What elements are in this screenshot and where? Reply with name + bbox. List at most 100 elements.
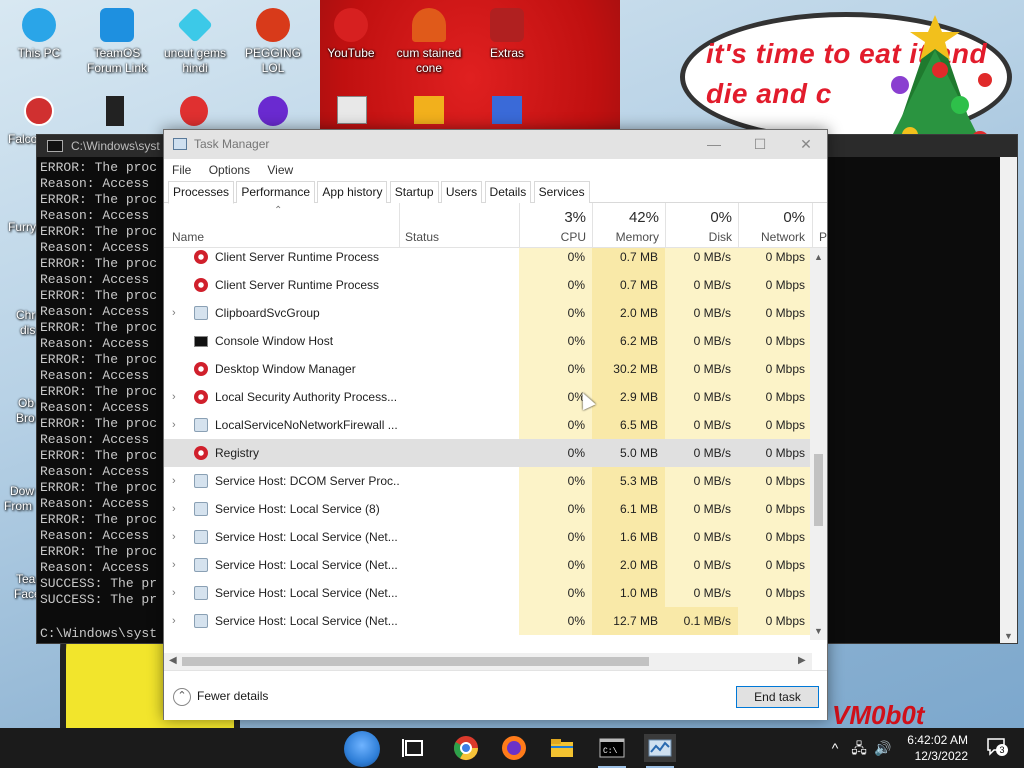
scroll-up-arrow[interactable]: ▲ <box>810 252 827 262</box>
column-power[interactable]: P <box>819 230 827 244</box>
desktop-partial-label[interactable]: dis <box>20 323 35 337</box>
column-status[interactable]: Status <box>405 230 439 244</box>
end-task-button[interactable]: End task <box>736 686 819 708</box>
minimize-button[interactable]: — <box>691 130 737 159</box>
desktop-partial-label[interactable]: Tea <box>16 572 35 586</box>
expand-chevron-icon[interactable]: › <box>172 383 182 411</box>
desktop-partial-label[interactable]: Furry <box>8 220 36 234</box>
process-row[interactable]: › Service Host: Local Service (Net... 0% 2.… <box>164 551 812 579</box>
process-list-vscrollbar[interactable]: ▲ ▼ <box>810 248 827 640</box>
tab-details[interactable]: Details <box>484 181 532 203</box>
tab-performance[interactable]: Performance <box>236 181 316 203</box>
expand-chevron-icon[interactable]: › <box>172 523 182 551</box>
tab-users[interactable]: Users <box>440 181 483 203</box>
task-view-icon[interactable] <box>398 734 430 762</box>
hscroll-thumb[interactable] <box>182 657 649 666</box>
desktop-icon-xd[interactable] <box>414 96 444 124</box>
process-list-hscrollbar[interactable]: ◀ ▶ <box>164 653 812 670</box>
desktop-partial-label[interactable]: Chr <box>16 308 35 322</box>
process-row[interactable]: Client Server Runtime Process 0% 0.7 MB 0 M… <box>164 248 812 271</box>
expand-chevron-icon[interactable]: › <box>172 467 182 495</box>
process-disk: 0 MB/s <box>665 523 738 551</box>
clock[interactable]: 6:42:02 AM 12/3/2022 <box>907 732 968 764</box>
desktop-partial-label[interactable]: From <box>4 499 32 513</box>
desktop-icon-extras[interactable]: Extras <box>468 8 546 61</box>
console-prompt[interactable]: C:\Windows\syst <box>40 626 157 641</box>
desktop-icon-this-pc[interactable]: This PC <box>0 8 78 61</box>
menu-file[interactable]: File <box>172 163 191 177</box>
network-icon[interactable]: 🖧 <box>848 728 870 768</box>
task-manager-window[interactable]: Task Manager — ☐ ✕ File Options View Pro… <box>163 129 828 720</box>
column-name[interactable]: Name <box>172 230 204 244</box>
process-row[interactable]: › Service Host: DCOM Server Proc... 0% 5.3 … <box>164 467 812 495</box>
menu-view[interactable]: View <box>267 163 293 177</box>
process-row[interactable]: › Service Host: Local Service (Net... 0% 1.… <box>164 523 812 551</box>
task-manager-titlebar[interactable]: Task Manager — ☐ ✕ <box>164 130 827 159</box>
column-memory-pct[interactable]: 42% <box>592 209 659 226</box>
scroll-right-arrow[interactable]: ▶ <box>798 655 806 666</box>
process-row[interactable]: Registry 0% 5.0 MB 0 MB/s 0 Mbps <box>164 439 812 467</box>
fewer-details-button[interactable]: ⌃ Fewer details <box>173 688 268 706</box>
process-row[interactable]: › Service Host: Local Service (Net... 0% 12… <box>164 607 812 635</box>
desktop-icon-pegging[interactable]: PEGGING LOL <box>234 8 312 76</box>
menu-options[interactable]: Options <box>209 163 250 177</box>
expand-chevron-icon[interactable]: › <box>172 495 182 523</box>
column-cpu[interactable]: CPU <box>519 230 586 244</box>
desktop-icon-teamos[interactable]: TeamOS Forum Link <box>78 8 156 76</box>
desktop-icon-csharp[interactable] <box>337 96 367 124</box>
column-cpu-pct[interactable]: 3% <box>519 209 586 226</box>
expand-chevron-icon[interactable]: › <box>172 551 182 579</box>
process-name: Registry <box>215 446 260 460</box>
column-disk[interactable]: Disk <box>665 230 732 244</box>
process-row[interactable]: › Service Host: Local Service (8) 0% 6.1 MB… <box>164 495 812 523</box>
desktop-partial-label[interactable]: Dow <box>10 484 34 498</box>
desktop-icon-disc[interactable] <box>258 96 288 126</box>
desktop-partial-label[interactable]: Ob <box>18 396 34 410</box>
console-scrollbar[interactable]: ▼ <box>1000 157 1017 643</box>
chrome-icon[interactable] <box>450 734 482 762</box>
maximize-button[interactable]: ☐ <box>737 130 783 159</box>
process-row[interactable]: › LocalServiceNoNetworkFirewall ... 0% 6.5 … <box>164 411 812 439</box>
expand-chevron-icon[interactable]: › <box>172 579 182 607</box>
firefox-icon[interactable] <box>498 734 530 762</box>
desktop-icon-stopwatch[interactable] <box>24 96 54 126</box>
tab-services[interactable]: Services <box>533 181 590 203</box>
windows-start-orb-icon[interactable] <box>344 731 380 767</box>
column-memory[interactable]: Memory <box>592 230 659 244</box>
file-explorer-icon[interactable] <box>546 734 578 762</box>
column-disk-pct[interactable]: 0% <box>665 209 732 226</box>
tab-processes[interactable]: Processes <box>168 181 235 204</box>
command-prompt-icon[interactable]: C:\ <box>596 734 628 768</box>
scroll-thumb[interactable] <box>814 454 823 526</box>
process-row[interactable]: Console Window Host 0% 6.2 MB 0 MB/s 0 Mbps <box>164 327 812 355</box>
column-network[interactable]: Network <box>738 230 805 244</box>
process-row[interactable]: › Local Security Authority Process... 0% 2.… <box>164 383 812 411</box>
desktop-icon-script[interactable] <box>492 96 522 124</box>
column-network-pct[interactable]: 0% <box>738 209 805 226</box>
tab-app-history[interactable]: App history <box>317 181 388 203</box>
process-row[interactable]: Desktop Window Manager 0% 30.2 MB 0 MB/s 0 M… <box>164 355 812 383</box>
desktop-partial-label[interactable]: Falco <box>8 132 37 146</box>
process-row[interactable]: Client Server Runtime Process 0% 0.7 MB 0 M… <box>164 271 812 299</box>
volume-icon[interactable]: 🔊 <box>872 728 894 768</box>
expand-chevron-icon[interactable]: › <box>172 411 182 439</box>
desktop-partial-label[interactable]: Bro <box>16 411 35 425</box>
task-manager-icon[interactable] <box>644 734 676 768</box>
desktop-icon-youtube[interactable]: YouTube <box>312 8 390 61</box>
tab-startup[interactable]: Startup <box>389 181 439 203</box>
desktop-icon-cone[interactable]: cum stained cone <box>390 8 468 76</box>
close-button[interactable]: ✕ <box>783 130 829 159</box>
desktop-icon-balloon[interactable] <box>180 96 208 126</box>
expand-chevron-icon[interactable]: › <box>172 299 182 327</box>
process-row[interactable]: › Service Host: Local Service (Net... 0% 1.… <box>164 579 812 607</box>
desktop-icon-uncut-gems[interactable]: uncut gems hindi <box>156 6 234 76</box>
expand-chevron-icon[interactable]: › <box>172 607 182 635</box>
notification-center-icon[interactable]: 3 <box>986 736 1008 756</box>
desktop-icon-tower[interactable] <box>106 96 124 126</box>
tray-chevron-icon[interactable]: ^ <box>826 728 844 768</box>
process-row[interactable]: › ClipboardSvcGroup 0% 2.0 MB 0 MB/s 0 Mbps <box>164 299 812 327</box>
scroll-left-arrow[interactable]: ◀ <box>169 655 177 666</box>
process-memory: 12.7 MB <box>592 607 665 635</box>
console-scroll-down-arrow[interactable]: ▼ <box>1004 631 1013 641</box>
scroll-down-arrow[interactable]: ▼ <box>810 626 827 636</box>
